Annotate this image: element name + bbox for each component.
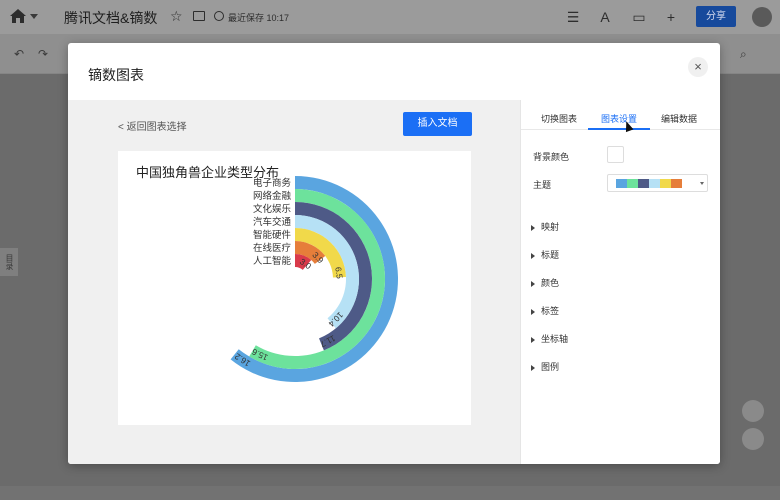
- category-label: 汽车交通: [253, 216, 292, 228]
- active-tab-indicator: [588, 128, 650, 130]
- chart-card: 中国独角兽企业类型分布 电子商务 16.2 网络金融 15.6 文化娱乐 11.7 汽车交通…: [118, 151, 471, 425]
- section-label: 图例: [541, 362, 560, 372]
- chevron-left-icon: <: [118, 122, 124, 133]
- category-label: 电子商务: [253, 177, 292, 189]
- category-label: 人工智能: [253, 255, 292, 267]
- help-button[interactable]: [742, 400, 764, 422]
- right-rail: [742, 400, 768, 460]
- bottom-bar: [0, 486, 780, 500]
- background-color-label: 背景颜色: [533, 152, 570, 162]
- category-label: 智能硬件: [253, 229, 292, 241]
- back-label: 返回图表选择: [126, 122, 187, 133]
- section-labels[interactable]: 标签: [531, 304, 559, 317]
- home-icon[interactable]: [10, 9, 26, 23]
- caret-right-icon: [531, 224, 535, 231]
- avatar[interactable]: [752, 7, 772, 27]
- present-icon[interactable]: ▭: [630, 8, 648, 26]
- section-label: 坐标轴: [541, 334, 569, 344]
- caret-right-icon: [531, 336, 535, 343]
- home-menu-chevron-down-icon[interactable]: [30, 14, 38, 19]
- search-icon[interactable]: ⌕: [740, 47, 747, 62]
- theme-color-swatch: [660, 179, 671, 188]
- caret-right-icon: [531, 364, 535, 371]
- section-legend[interactable]: 图例: [531, 360, 559, 373]
- star-icon[interactable]: ☆: [170, 8, 183, 25]
- theme-label: 主题: [533, 180, 552, 190]
- caret-right-icon: [531, 280, 535, 287]
- dialog-title: 镝数图表: [88, 67, 144, 83]
- share-button[interactable]: 分享: [696, 6, 736, 27]
- section-mapping[interactable]: 映射: [531, 220, 559, 233]
- tab-chart-settings[interactable]: 图表设置: [601, 112, 637, 125]
- chart-dialog: 镝数图表 × < 返回图表选择 插入文档 中国独角兽企业类型分布 电子商务 16.…: [68, 43, 720, 464]
- settings-tabs: 切换图表 图表设置 编辑数据: [521, 100, 720, 133]
- theme-color-swatch: [649, 179, 660, 188]
- category-label: 在线医疗: [253, 242, 292, 254]
- category-label: 文化娱乐: [253, 203, 292, 215]
- tab-switch-chart[interactable]: 切换图表: [541, 112, 577, 125]
- saved-status: 最近保存 10:17: [228, 13, 290, 23]
- redo-icon[interactable]: ↷: [38, 47, 48, 61]
- text-format-icon[interactable]: A: [596, 8, 614, 26]
- radial-bar-chart: 中国独角兽企业类型分布 电子商务16.2网络金融15.6文化娱乐11.7汽车交通…: [136, 165, 398, 382]
- cloud-saved-icon: [214, 11, 224, 21]
- section-title[interactable]: 标题: [531, 248, 559, 261]
- top-bar: 腾讯文档&镝数 ☆ 最近保存 10:17 ☰ A ▭ + 分享: [0, 0, 780, 34]
- value-label: 6.5: [333, 266, 345, 279]
- settings-panel: 切换图表 图表设置 编辑数据 背景颜色 主题 映射 标题 颜色 标签 坐标轴 图…: [520, 100, 720, 464]
- menu-icon[interactable]: ☰: [564, 8, 582, 26]
- theme-color-swatch: [638, 179, 649, 188]
- caret-right-icon: [531, 252, 535, 259]
- category-label: 网络金融: [253, 190, 292, 202]
- section-color[interactable]: 颜色: [531, 276, 559, 289]
- document-title[interactable]: 腾讯文档&镝数: [64, 8, 157, 28]
- undo-icon[interactable]: ↶: [14, 47, 24, 61]
- insert-document-button[interactable]: 插入文档: [403, 112, 472, 136]
- theme-color-swatch: [627, 179, 638, 188]
- outline-side-tab[interactable]: 目录: [0, 248, 18, 276]
- caret-right-icon: [531, 308, 535, 315]
- back-to-chart-selection-link[interactable]: < 返回图表选择: [118, 118, 187, 133]
- theme-color-swatch: [616, 179, 627, 188]
- theme-color-swatch: [671, 179, 682, 188]
- tab-edit-data[interactable]: 编辑数据: [661, 112, 697, 125]
- section-label: 标题: [541, 250, 560, 260]
- theme-select[interactable]: [607, 174, 708, 192]
- section-label: 标签: [541, 306, 560, 316]
- add-collaborator-icon[interactable]: +: [662, 8, 680, 26]
- section-label: 颜色: [541, 278, 560, 288]
- close-icon[interactable]: ×: [688, 57, 708, 77]
- folder-icon[interactable]: [193, 11, 205, 21]
- section-label: 映射: [541, 222, 560, 232]
- chevron-down-icon: [700, 182, 704, 185]
- feedback-button[interactable]: [742, 428, 764, 450]
- section-axes[interactable]: 坐标轴: [531, 332, 568, 345]
- chart-preview-area: < 返回图表选择 插入文档 中国独角兽企业类型分布 电子商务 16.2 网络金融 15…: [68, 100, 520, 464]
- background-color-picker[interactable]: [607, 146, 624, 163]
